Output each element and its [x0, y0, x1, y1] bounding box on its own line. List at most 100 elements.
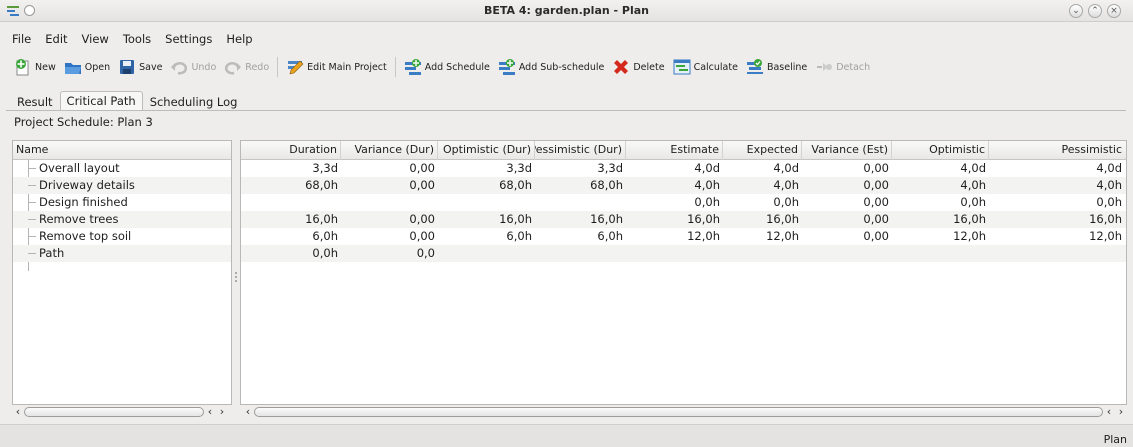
cell-duration: 6,0h — [312, 229, 338, 243]
calculate-icon — [673, 59, 691, 75]
edit-main-project-label: Edit Main Project — [307, 61, 387, 73]
cell-duration: 3,3d — [312, 161, 338, 175]
tab-result[interactable]: Result — [10, 92, 60, 111]
open-button[interactable]: Open — [60, 55, 114, 79]
scroll-left-arrow-icon[interactable]: ‹ — [1103, 405, 1115, 419]
header-variance-est[interactable]: Variance (Est) — [802, 141, 892, 160]
header-pessimistic[interactable]: Pessimistic — [989, 141, 1125, 160]
scroll-right-arrow-icon[interactable]: › — [1115, 405, 1127, 419]
scrollbar-track[interactable] — [24, 407, 204, 417]
close-icon[interactable]: × — [1107, 4, 1121, 18]
add-sub-schedule-button[interactable]: Add Sub-schedule — [494, 55, 609, 79]
name-column-header[interactable]: Name — [13, 141, 231, 160]
header-optimistic-dur[interactable]: Optimistic (Dur) — [438, 141, 535, 160]
scroll-left-arrow-icon[interactable]: ‹ — [204, 405, 216, 419]
maximize-icon[interactable]: ⌃ — [1088, 4, 1102, 18]
redo-button[interactable]: Redo — [220, 55, 273, 79]
scroll-right-arrow-icon[interactable]: › — [216, 405, 228, 419]
window-title: BETA 4: garden.plan - Plan — [483, 4, 650, 17]
edit-project-icon — [288, 60, 304, 75]
header-expected[interactable]: Expected — [723, 141, 802, 160]
task-row-path[interactable]: Path — [13, 245, 231, 262]
cell-duration: 0,0h — [312, 246, 338, 260]
cell-optimistic-dur — [438, 194, 535, 211]
task-row-overall-layout[interactable]: Overall layout — [13, 160, 231, 177]
task-name: Path — [39, 246, 65, 260]
cell-variance-dur: 0,00 — [409, 212, 435, 226]
undo-button[interactable]: Undo — [166, 55, 220, 79]
cell-duration: 16,0h — [305, 212, 338, 226]
add-sub-schedule-icon — [498, 59, 515, 75]
save-icon — [120, 60, 135, 74]
task-name: Remove top soil — [39, 229, 132, 243]
cell-variance-est: 0,00 — [863, 178, 889, 192]
menu-settings[interactable]: Settings — [158, 30, 219, 48]
status-text: Plan — [1103, 433, 1127, 446]
detach-button[interactable]: Detach — [811, 55, 874, 79]
new-button[interactable]: New — [10, 55, 60, 79]
cell-estimate: 12,0h — [687, 229, 720, 243]
calculate-label: Calculate — [693, 61, 738, 73]
right-horizontal-scrollbar[interactable]: ‹ ‹ › — [242, 405, 1127, 419]
cell-variance-est: 0,00 — [863, 229, 889, 243]
task-name: Remove trees — [39, 212, 119, 226]
table-row[interactable]: 3,3d 0,00 3,3d 3,3d 4,0d 4,0d 0,00 4,0d … — [241, 160, 1126, 177]
menu-view[interactable]: View — [75, 30, 116, 48]
scroll-left-arrow-icon[interactable]: ‹ — [242, 405, 254, 419]
task-row-remove-top-soil[interactable]: Remove top soil — [13, 228, 231, 245]
cell-pessimistic-dur: 6,0h — [597, 229, 623, 243]
delete-icon — [614, 60, 629, 74]
save-label: Save — [139, 61, 163, 73]
tab-scheduling-log[interactable]: Scheduling Log — [143, 92, 245, 111]
header-duration[interactable]: Duration — [241, 141, 341, 160]
task-name: Design finished — [39, 195, 128, 209]
cell-variance-dur: 0,00 — [409, 178, 435, 192]
table-row[interactable]: 16,0h 0,00 16,0h 16,0h 16,0h 16,0h 0,00 … — [241, 211, 1126, 228]
minimize-icon[interactable]: ⌄ — [1069, 4, 1083, 18]
task-row-design-finished[interactable]: Design finished — [13, 194, 231, 211]
task-row-driveway-details[interactable]: Driveway details — [13, 177, 231, 194]
cell-optimistic-dur: 3,3d — [506, 161, 532, 175]
cell-expected — [723, 245, 802, 262]
cell-optimistic-dur: 6,0h — [506, 229, 532, 243]
cell-pessimistic: 16,0h — [1089, 212, 1122, 226]
menu-help[interactable]: Help — [219, 30, 259, 48]
tab-critical-path[interactable]: Critical Path — [59, 91, 143, 111]
scrollbar-track[interactable] — [254, 407, 1103, 417]
splitter-handle[interactable] — [234, 270, 238, 286]
left-horizontal-scrollbar[interactable]: ‹ ‹ › — [12, 405, 228, 419]
delete-button[interactable]: Delete — [608, 55, 668, 79]
header-pessimistic-dur[interactable]: Pessimistic (Dur) — [535, 141, 626, 160]
header-optimistic[interactable]: Optimistic — [892, 141, 989, 160]
table-row[interactable]: 0,0h 0,0 — [241, 245, 1126, 262]
cell-estimate — [626, 245, 723, 262]
add-schedule-icon — [404, 59, 421, 75]
header-variance-dur[interactable]: Variance (Dur) — [341, 141, 438, 160]
cell-optimistic-dur — [438, 245, 535, 262]
table-row[interactable]: 68,0h 0,00 68,0h 68,0h 4,0h 4,0h 0,00 4,… — [241, 177, 1126, 194]
table-row[interactable]: 6,0h 0,00 6,0h 6,0h 12,0h 12,0h 0,00 12,… — [241, 228, 1126, 245]
save-button[interactable]: Save — [114, 55, 166, 79]
scroll-left-arrow-icon[interactable]: ‹ — [12, 405, 24, 419]
menu-edit[interactable]: Edit — [38, 30, 74, 48]
calculate-button[interactable]: Calculate — [669, 55, 742, 79]
baseline-button[interactable]: Baseline — [742, 55, 811, 79]
cell-variance-dur: 0,00 — [409, 161, 435, 175]
cell-pessimistic-dur: 16,0h — [590, 212, 623, 226]
add-schedule-label: Add Schedule — [424, 61, 490, 73]
task-row-remove-trees[interactable]: Remove trees — [13, 211, 231, 228]
edit-main-project-button[interactable]: Edit Main Project — [282, 55, 391, 79]
menu-tools[interactable]: Tools — [116, 30, 158, 48]
header-estimate[interactable]: Estimate — [626, 141, 723, 160]
cell-optimistic — [892, 245, 989, 262]
table-row[interactable]: 0,0h 0,0h 0,00 0,0h 0,0h — [241, 194, 1126, 211]
menu-file[interactable]: File — [0, 30, 38, 48]
cell-variance-est: 0,00 — [863, 161, 889, 175]
task-name-pane: Name Overall layout Driveway details Des… — [12, 140, 232, 405]
status-bar: Plan — [0, 424, 1133, 447]
cell-expected: 0,0h — [773, 195, 799, 209]
cell-optimistic-dur: 68,0h — [499, 178, 532, 192]
folder-open-icon — [64, 63, 81, 74]
cell-pessimistic: 12,0h — [1089, 229, 1122, 243]
add-schedule-button[interactable]: Add Schedule — [400, 55, 494, 79]
